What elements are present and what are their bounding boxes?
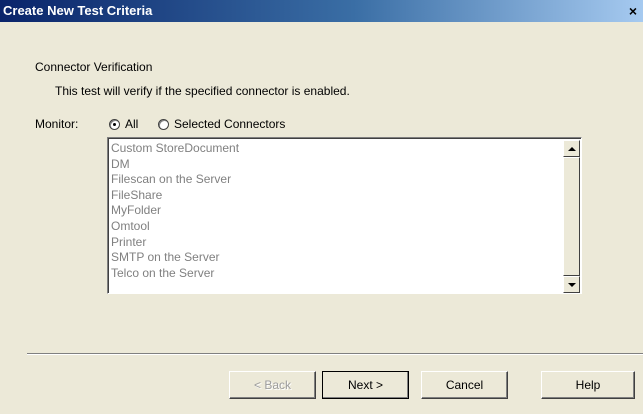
- list-item[interactable]: Omtool: [111, 219, 239, 235]
- help-button[interactable]: Help: [541, 371, 635, 399]
- scroll-thumb[interactable]: [563, 157, 580, 276]
- radio-all-button[interactable]: [109, 118, 120, 130]
- list-item[interactable]: MyFolder: [111, 203, 239, 219]
- footer-divider: [27, 353, 643, 355]
- list-item[interactable]: DM: [111, 157, 239, 173]
- radio-selected-connectors[interactable]: Selected Connectors: [158, 117, 285, 131]
- title-bar[interactable]: Create New Test Criteria ×: [0, 0, 643, 22]
- arrow-up-icon: [567, 146, 576, 151]
- scroll-up-button[interactable]: [563, 140, 580, 157]
- list-item[interactable]: Custom StoreDocument: [111, 141, 239, 157]
- arrow-down-icon: [567, 282, 576, 287]
- back-button[interactable]: < Back: [229, 371, 316, 399]
- radio-selected-connectors-button[interactable]: [158, 118, 169, 130]
- next-button[interactable]: Next >: [322, 371, 409, 399]
- list-item[interactable]: SMTP on the Server: [111, 250, 239, 266]
- list-item[interactable]: Filescan on the Server: [111, 172, 239, 188]
- dialog-window: Create New Test Criteria × Connector Ver…: [0, 0, 643, 414]
- monitor-label: Monitor:: [35, 117, 79, 131]
- list-item[interactable]: Telco on the Server: [111, 266, 239, 282]
- list-item[interactable]: Printer: [111, 235, 239, 251]
- radio-all[interactable]: All: [109, 117, 138, 131]
- window-title: Create New Test Criteria: [3, 3, 153, 18]
- vertical-scrollbar[interactable]: [563, 140, 580, 293]
- scroll-down-button[interactable]: [563, 276, 580, 293]
- section-heading: Connector Verification: [35, 60, 153, 74]
- cancel-button[interactable]: Cancel: [421, 371, 508, 399]
- section-description: This test will verify if the specified c…: [55, 84, 350, 98]
- connectors-list: Custom StoreDocument DM Filescan on the …: [111, 141, 239, 281]
- close-icon[interactable]: ×: [625, 3, 641, 19]
- connectors-listbox[interactable]: Custom StoreDocument DM Filescan on the …: [107, 137, 582, 294]
- radio-selected-connectors-label: Selected Connectors: [174, 117, 286, 131]
- radio-all-label: All: [125, 117, 139, 131]
- list-item[interactable]: FileShare: [111, 188, 239, 204]
